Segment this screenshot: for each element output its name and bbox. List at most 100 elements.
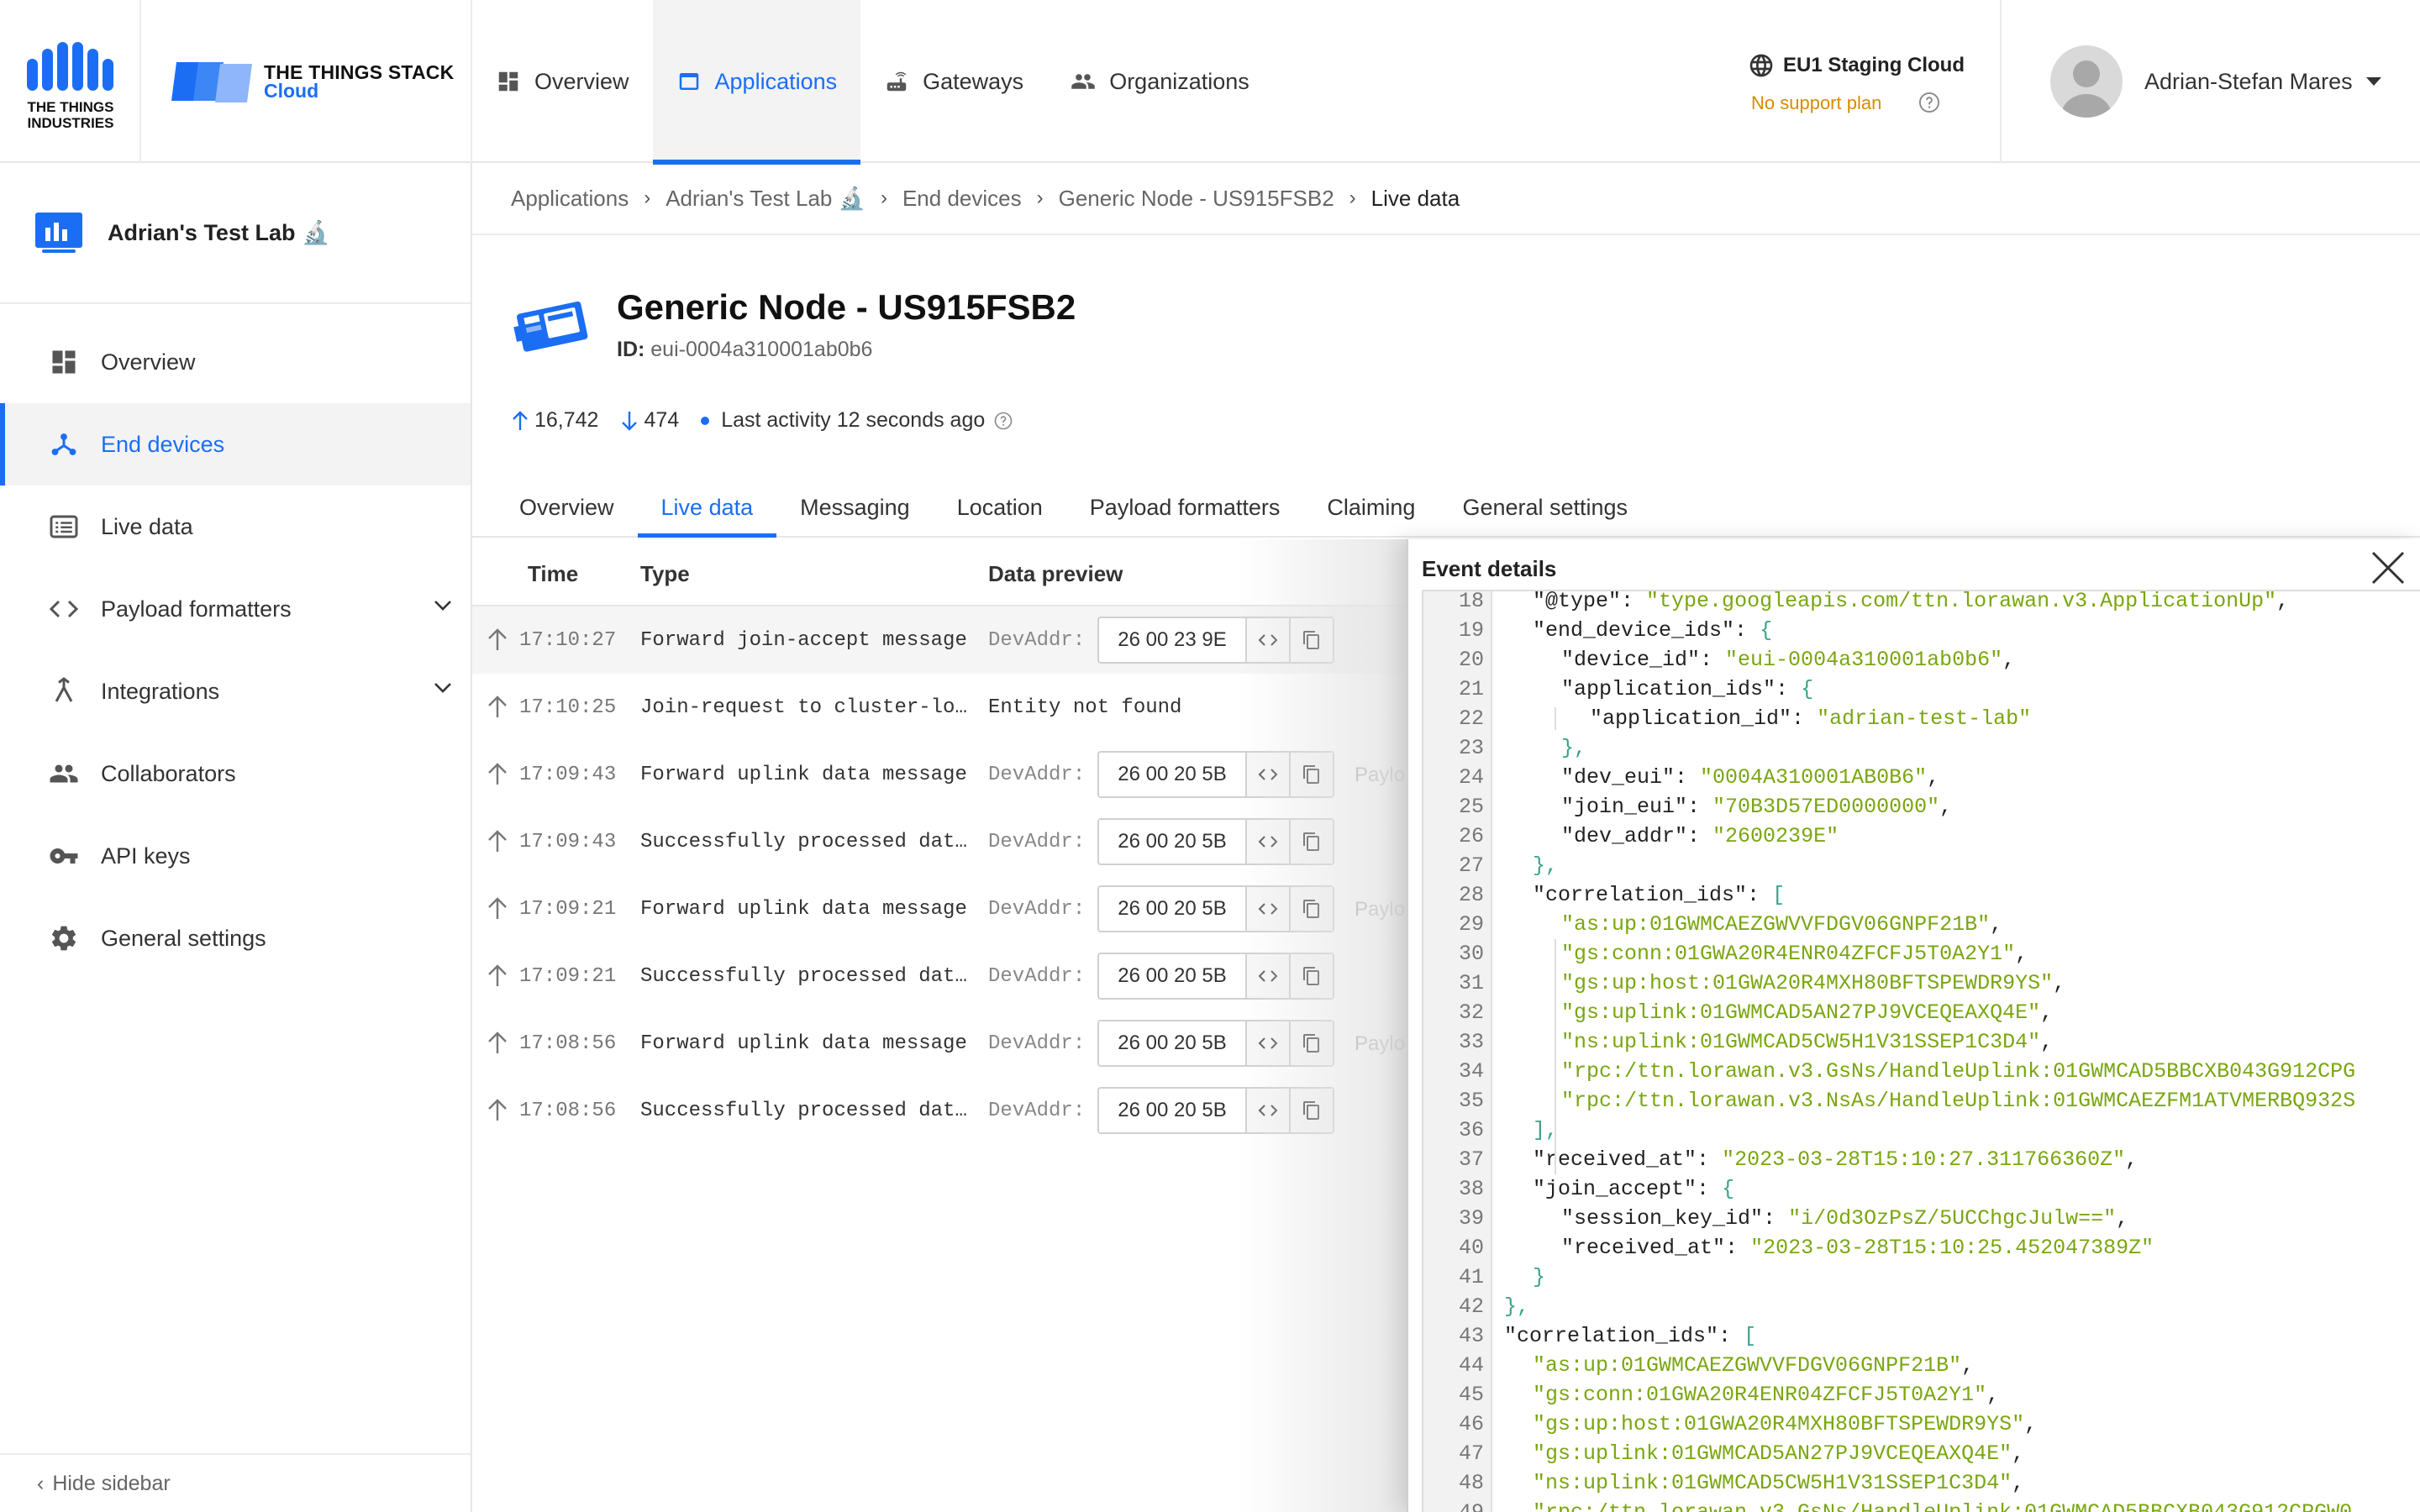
json-line: 33 "ns:uplink:01GWMCAD5CW5H1V31SSEP1C3D4"… [1423, 1027, 2420, 1057]
line-number: 30 [1458, 942, 1484, 966]
cloud-selector[interactable]: EU1 Staging Cloud [1748, 52, 1965, 79]
sidebar-item-end-devices[interactable]: End devices [0, 403, 471, 486]
tab-payload-formatters[interactable]: Payload formatters [1066, 479, 1304, 536]
devaddr-field: 26 00 20 5B [1097, 1020, 1334, 1067]
sidebar-item-label: Payload formatters [101, 596, 292, 622]
app-header[interactable]: Adrian's Test Lab 🔬 [0, 163, 471, 304]
tab-location[interactable]: Location [934, 479, 1066, 536]
breadcrumb-applications[interactable]: Applications [511, 186, 629, 212]
toggle-format-button[interactable] [1245, 887, 1289, 931]
sidebar-item-live-data[interactable]: Live data [0, 486, 471, 568]
sidebar-item-label: Overview [101, 349, 196, 375]
table-row[interactable]: 17:08:56 Forward uplink data message DevAd… [472, 1010, 1407, 1077]
tti-logo[interactable]: THE THINGS INDUSTRIES [0, 0, 141, 163]
json-key: "application_id" [1590, 706, 1792, 731]
tab-claiming[interactable]: Claiming [1303, 479, 1439, 536]
copy-button[interactable] [1289, 618, 1333, 662]
copy-button[interactable] [1289, 954, 1333, 998]
user-menu[interactable]: Adrian-Stefan Mares [2000, 0, 2420, 163]
sidebar-item-collaborators[interactable]: Collaborators [0, 732, 471, 815]
people-icon [50, 764, 78, 783]
toggle-format-button[interactable] [1245, 954, 1289, 998]
devaddr-label: DevAddr: [988, 764, 1086, 786]
line-number: 29 [1458, 912, 1484, 937]
json-line: 42}, [1423, 1292, 2420, 1321]
table-row[interactable]: 17:10:25 Join-request to cluster-lo… Entit… [472, 674, 1407, 741]
copy-button[interactable] [1289, 753, 1333, 796]
caret-down-icon[interactable] [2365, 76, 2383, 87]
devaddr-field: 26 00 20 5B [1097, 953, 1334, 1000]
copy-button[interactable] [1289, 1021, 1333, 1065]
json-line: 34 "rpc:/ttn.lorawan.v3.GsNs/HandleUplink… [1423, 1057, 2420, 1086]
arrow-up-icon [488, 897, 507, 919]
event-type: Forward uplink data message [640, 1032, 967, 1055]
breadcrumb-end-devices[interactable]: End devices [902, 186, 1022, 212]
json-content: "gs:uplink:01GWMCAD5AN27PJ9VCEQEAXQ4E", [1561, 998, 2053, 1027]
json-content: "received_at": "2023-03-28T15:10:27.3117… [1533, 1147, 2139, 1172]
copy-button[interactable] [1289, 887, 1333, 931]
tab-general-settings[interactable]: General settings [1439, 479, 1651, 536]
json-bracket: { [1760, 618, 1773, 643]
device-stats: 16,742 474 Last activity 12 seconds ago [511, 408, 1040, 433]
json-content: "gs:conn:01GWA20R4ENR04ZFCFJ5T0A2Y1", [1533, 1380, 1999, 1410]
table-row[interactable]: 17:08:56 Successfully processed dat… DevAd… [472, 1077, 1407, 1144]
sidebar-item-general-settings[interactable]: General settings [0, 897, 471, 979]
tab-live-data[interactable]: Live data [637, 479, 777, 538]
nav-gateways[interactable]: Gateways [860, 0, 1047, 163]
nav-organizations[interactable]: Organizations [1047, 0, 1273, 163]
device-id-label: ID: [617, 338, 645, 361]
sidebar-item-overview[interactable]: Overview [0, 321, 471, 403]
toggle-format-button[interactable] [1245, 1021, 1289, 1065]
line-number: 21 [1458, 677, 1484, 701]
json-line: 28 "correlation_ids": [ [1423, 880, 2420, 910]
json-bracket: [ [1744, 1324, 1757, 1348]
json-value: "2023-03-28T15:10:25.452047389Z" [1750, 1236, 2154, 1260]
application-icon [35, 213, 82, 253]
code-icon [1258, 769, 1278, 780]
line-number: 35 [1458, 1089, 1484, 1113]
tab-messaging[interactable]: Messaging [776, 479, 934, 536]
line-number: 23 [1458, 736, 1484, 760]
sidebar-item-payload-formatters[interactable]: Payload formatters [0, 568, 471, 650]
help-icon[interactable] [993, 411, 1013, 431]
help-icon[interactable] [1918, 91, 1941, 114]
json-viewer[interactable]: 18 "@type": "type.googleapis.com/ttn.lora… [1422, 590, 2420, 1512]
event-type: Forward uplink data message [640, 764, 967, 786]
line-number: 34 [1458, 1059, 1484, 1084]
breadcrumb-application[interactable]: Adrian's Test Lab 🔬 [666, 186, 865, 212]
sidebar-item-integrations[interactable]: Integrations [0, 650, 471, 732]
table-row[interactable]: 17:09:43 Forward uplink data message DevAd… [472, 741, 1407, 808]
json-bracket: }, [1504, 1294, 1530, 1319]
sidebar-item-api-keys[interactable]: API keys [0, 815, 471, 897]
copy-button[interactable] [1289, 1089, 1333, 1132]
hide-sidebar-button[interactable]: ‹ Hide sidebar [0, 1453, 471, 1512]
nav-applications[interactable]: Applications [652, 0, 861, 165]
json-key: "correlation_ids" [1504, 1324, 1719, 1348]
toggle-format-button[interactable] [1245, 820, 1289, 864]
nav-overview[interactable]: Overview [472, 0, 653, 163]
json-content: "correlation_ids": [ [1504, 1324, 1757, 1348]
people-icon [1071, 74, 1095, 89]
json-value: "rpc:/ttn.lorawan.v3.GsNs/HandleUplink:0… [1561, 1059, 2356, 1084]
json-value: "gs:up:host:01GWA20R4MXH80BFTSPEWDR9YS" [1561, 971, 2054, 995]
breadcrumb-device[interactable]: Generic Node - US915FSB2 [1059, 186, 1334, 212]
json-comma: , [2116, 1206, 2129, 1231]
toggle-format-button[interactable] [1245, 618, 1289, 662]
table-row[interactable]: 17:09:21 Successfully processed dat… DevAd… [472, 942, 1407, 1010]
copy-button[interactable] [1289, 820, 1333, 864]
line-number: 41 [1458, 1265, 1484, 1289]
sidebar-item-label: API keys [101, 843, 191, 869]
event-error: Entity not found [988, 696, 1182, 719]
json-line: 31 "gs:up:host:01GWA20R4MXH80BFTSPEWDR9YS… [1423, 969, 2420, 998]
tab-overview[interactable]: Overview [496, 479, 638, 536]
tts-logo[interactable]: THE THINGS STACK Cloud [141, 0, 472, 163]
toggle-format-button[interactable] [1245, 753, 1289, 796]
table-row[interactable]: 17:09:21 Forward uplink data message DevAd… [472, 875, 1407, 942]
line-number: 27 [1458, 853, 1484, 878]
toggle-format-button[interactable] [1245, 1089, 1289, 1132]
table-row[interactable]: 17:09:43 Successfully processed dat… DevAd… [472, 808, 1407, 875]
devaddr-label: DevAddr: [988, 898, 1086, 921]
table-row[interactable]: 17:10:27 Forward join-accept message DevAd… [472, 606, 1407, 674]
close-icon[interactable] [2368, 548, 2408, 588]
devaddr-value: 26 00 20 5B [1118, 964, 1227, 987]
